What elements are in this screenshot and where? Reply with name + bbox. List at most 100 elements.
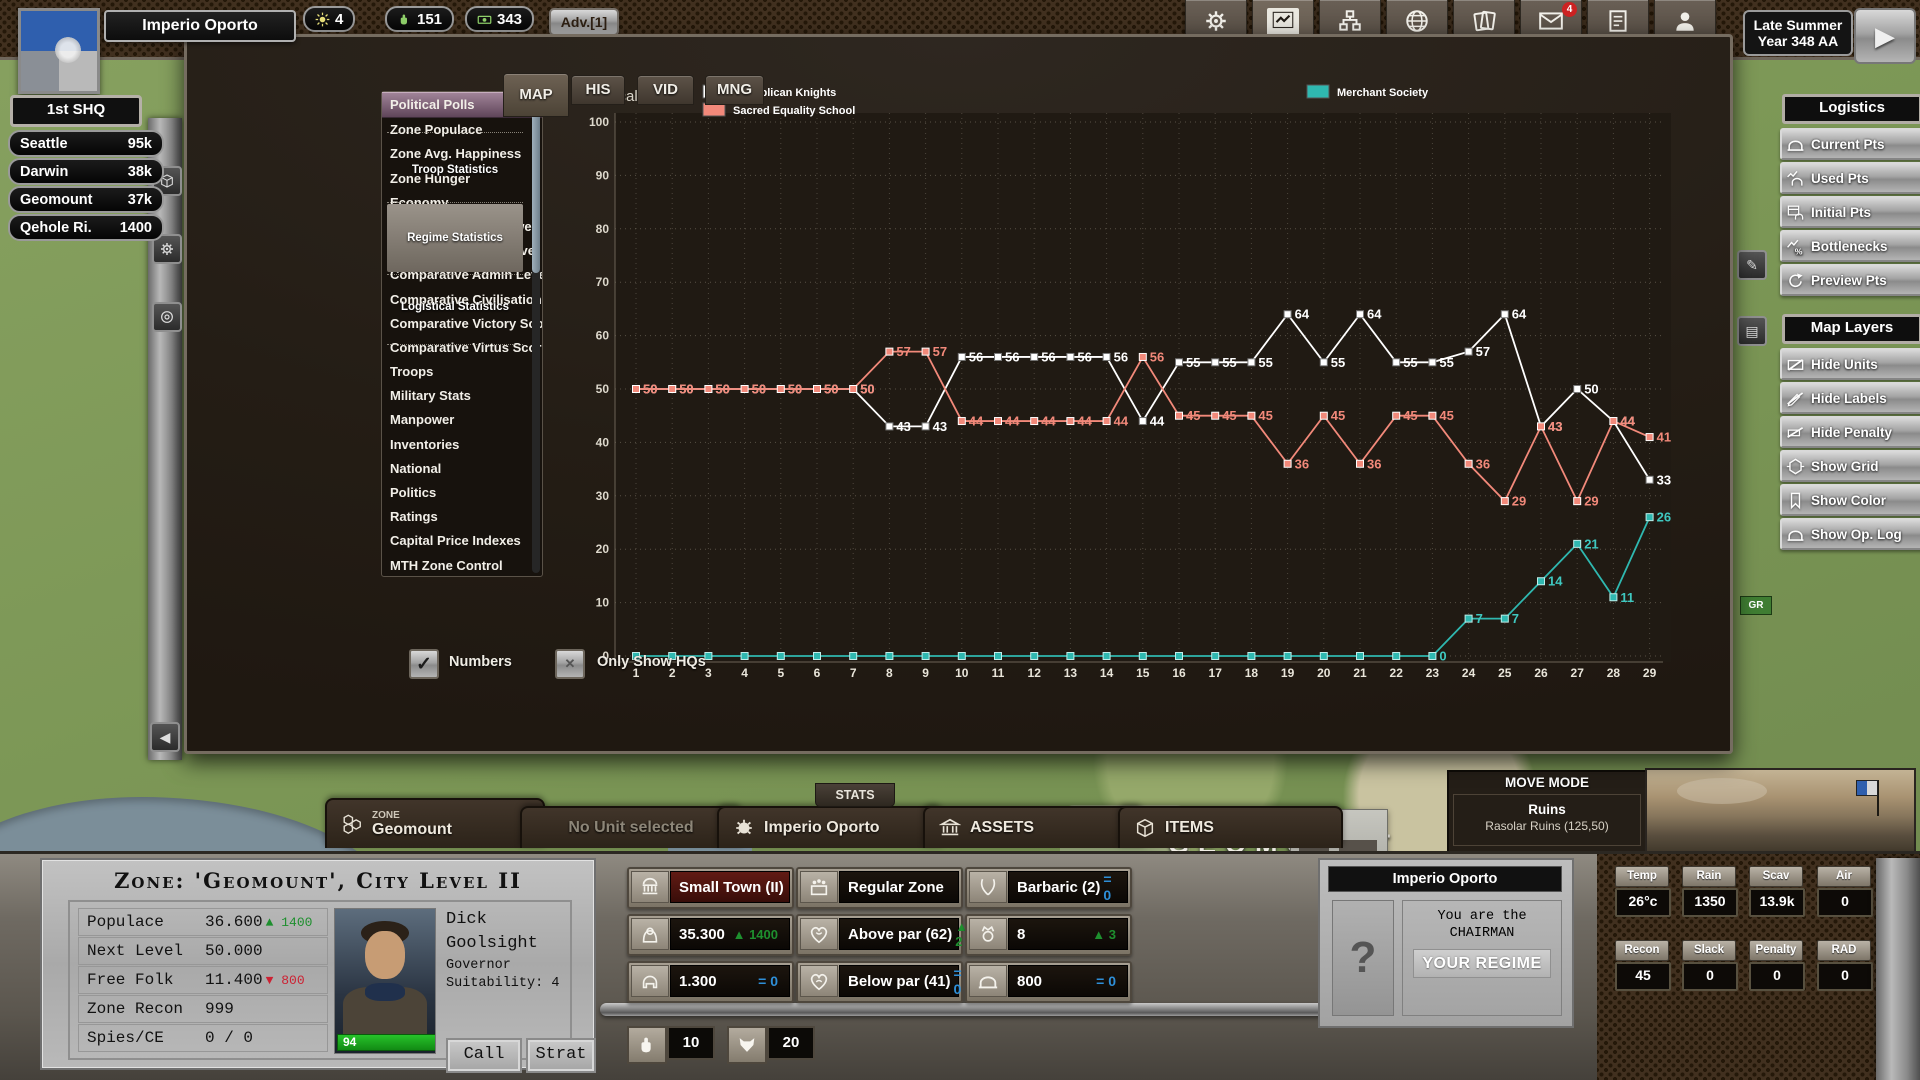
scrollbar-thumb[interactable] xyxy=(532,95,540,273)
env-value-slack: 0 xyxy=(1682,962,1738,991)
your-regime-button[interactable]: YOUR REGIME xyxy=(1413,949,1551,978)
sidebar-button-hide-penalty[interactable]: Hide Penalty xyxy=(1780,416,1920,448)
checkbox-numbers[interactable]: ✓ xyxy=(409,649,439,679)
panel-tab-vid[interactable]: VID xyxy=(637,75,694,105)
svg-text:8: 8 xyxy=(886,666,893,680)
svg-text:12: 12 xyxy=(1028,666,1042,680)
city-row-geomount[interactable]: Geomount37k xyxy=(8,186,164,213)
stats-bottom-tab[interactable]: STATS xyxy=(815,783,895,807)
token-value: 10 xyxy=(667,1026,715,1060)
sidebar-button-show-grid[interactable]: Show Grid xyxy=(1780,450,1920,482)
stat-box-value-plate: 800= 0 xyxy=(1008,965,1128,997)
stat-box-r3c1: 1.300= 0 xyxy=(627,961,794,1003)
panel-tab-mng[interactable]: MNG xyxy=(705,75,764,105)
stat-box-value: 35.300 xyxy=(679,926,730,943)
svg-text:45: 45 xyxy=(1439,408,1453,423)
list-item[interactable]: Ratings xyxy=(382,505,542,529)
bottom-tab-geomount[interactable]: ZONEGeomount xyxy=(325,798,545,848)
regime-flag[interactable] xyxy=(18,8,100,94)
list-scrollbar[interactable] xyxy=(532,95,540,573)
svg-text:29: 29 xyxy=(1584,494,1598,509)
zone-row-value: 11.400 xyxy=(205,971,263,989)
stat-category-1[interactable]: Troop Statistics xyxy=(387,160,523,180)
svg-text:50: 50 xyxy=(643,382,657,397)
city-row-darwin[interactable]: Darwin38k xyxy=(8,158,164,185)
list-item[interactable]: Troops xyxy=(382,360,542,384)
svg-text:18: 18 xyxy=(1245,666,1259,680)
bottom-tab-label: No Unit selected xyxy=(568,819,693,837)
stat-box-r2c3: 8▲ 3 xyxy=(965,914,1132,956)
crown-icon xyxy=(977,923,999,945)
svg-text:0: 0 xyxy=(1439,649,1446,664)
stat-box-value-plate: Above par (62)▲ 2 xyxy=(839,918,959,950)
list-item[interactable]: Manpower xyxy=(382,408,542,432)
panel-tab-map[interactable]: MAP xyxy=(503,73,569,117)
stat-category-2[interactable]: Regime Statistics xyxy=(387,204,523,272)
call-button[interactable]: Call xyxy=(446,1038,522,1073)
env-label-rad: RAD xyxy=(1817,940,1871,961)
sidebar-button-current-pts[interactable]: Current Pts xyxy=(1780,128,1920,160)
stat-box-icon-plate xyxy=(969,918,1007,950)
delta-eq: = 0 xyxy=(1100,871,1119,903)
scroll-left-button[interactable]: ◀ xyxy=(150,722,180,752)
city-pop: 37k xyxy=(128,192,152,208)
sidebar-button-bottlenecks[interactable]: %Bottlenecks xyxy=(1780,230,1920,262)
end-turn-button[interactable]: ▶ xyxy=(1854,8,1916,64)
sidebar-button-hide-units[interactable]: Hide Units xyxy=(1780,348,1920,380)
sidebar-button-preview-pts[interactable]: Preview Pts xyxy=(1780,264,1920,296)
list-item[interactable]: MTH Zone Control xyxy=(382,554,542,578)
bottom-tab-no-unit-selected[interactable]: No Unit selected xyxy=(520,806,742,848)
list-item[interactable]: Inventories xyxy=(382,433,542,457)
shq-header[interactable]: 1st SHQ xyxy=(10,95,142,127)
svg-text:13: 13 xyxy=(1064,666,1078,680)
zone-row-value: 999 xyxy=(205,1000,234,1018)
strat-button[interactable]: Strat xyxy=(526,1038,596,1073)
sidebar-button-show-color[interactable]: Show Color xyxy=(1780,484,1920,516)
svg-text:29: 29 xyxy=(1643,666,1657,680)
stat-category-3[interactable]: Logistical Statistics xyxy=(387,297,523,317)
governor-portrait[interactable]: 94 xyxy=(334,908,436,1054)
svg-text:26: 26 xyxy=(1657,510,1671,525)
portrait-head xyxy=(365,931,405,979)
notes-button[interactable]: ▤ xyxy=(1737,316,1767,346)
bottom-tab-imperio-oporto[interactable]: Imperio Oporto xyxy=(717,806,942,848)
sidebar-button-hide-labels[interactable]: Hide Labels xyxy=(1780,382,1920,414)
list-item[interactable]: Zone Populace xyxy=(382,118,542,142)
person-icon xyxy=(1672,8,1698,34)
panel-tab-his[interactable]: HIS xyxy=(571,75,625,105)
city-pop: 38k xyxy=(128,164,152,180)
stat-box-value-plate: Barbaric (2)= 0 xyxy=(1008,871,1128,903)
resource-fist: 151 xyxy=(385,6,454,32)
delta-down: ▼ 800 xyxy=(263,973,308,988)
list-item[interactable]: Comparative Virtus Score xyxy=(382,336,542,360)
svg-text:50: 50 xyxy=(596,382,610,396)
zone-row-free-folk: Free Folk11.400▼ 800 xyxy=(78,966,328,994)
city-row-seattle[interactable]: Seattle95k xyxy=(8,130,164,157)
edit-map-button[interactable]: ✎ xyxy=(1737,250,1767,280)
adv-button[interactable]: Adv.[1] xyxy=(549,8,619,36)
svg-text:64: 64 xyxy=(1367,307,1382,322)
svg-text:16: 16 xyxy=(1172,666,1186,680)
list-item[interactable]: Capital Price Indexes xyxy=(382,529,542,553)
chart-icon xyxy=(1270,8,1296,34)
svg-text:3: 3 xyxy=(705,666,712,680)
svg-text:27: 27 xyxy=(1571,666,1585,680)
list-item[interactable]: Politics xyxy=(382,481,542,505)
bottom-tab-items[interactable]: ITEMS xyxy=(1118,806,1343,848)
checkbox-only-show-hqs[interactable]: ✕ xyxy=(555,649,585,679)
sidebar-button-initial-pts[interactable]: Initial Pts xyxy=(1780,196,1920,228)
dust-cloud xyxy=(1677,778,1767,804)
bottom-tab-assets[interactable]: ASSETS xyxy=(923,806,1143,848)
stats-panel: MAPHIS VID MNG Troop Statistics Regime Stat… xyxy=(184,34,1733,754)
rail-target-button[interactable] xyxy=(152,302,182,332)
svg-text:41: 41 xyxy=(1657,430,1671,445)
sidebar-button-show-op--log[interactable]: Show Op. Log xyxy=(1780,518,1920,550)
svg-text:23: 23 xyxy=(1426,666,1440,680)
menu-separator xyxy=(387,274,523,275)
city-row-qeholeri[interactable]: Qehole Ri.1400 xyxy=(8,214,164,241)
sidebar-button-used-pts[interactable]: Used Pts xyxy=(1780,162,1920,194)
gear-icon xyxy=(159,241,175,257)
list-item[interactable]: National xyxy=(382,457,542,481)
fist-icon xyxy=(397,12,412,27)
list-item[interactable]: Military Stats xyxy=(382,384,542,408)
